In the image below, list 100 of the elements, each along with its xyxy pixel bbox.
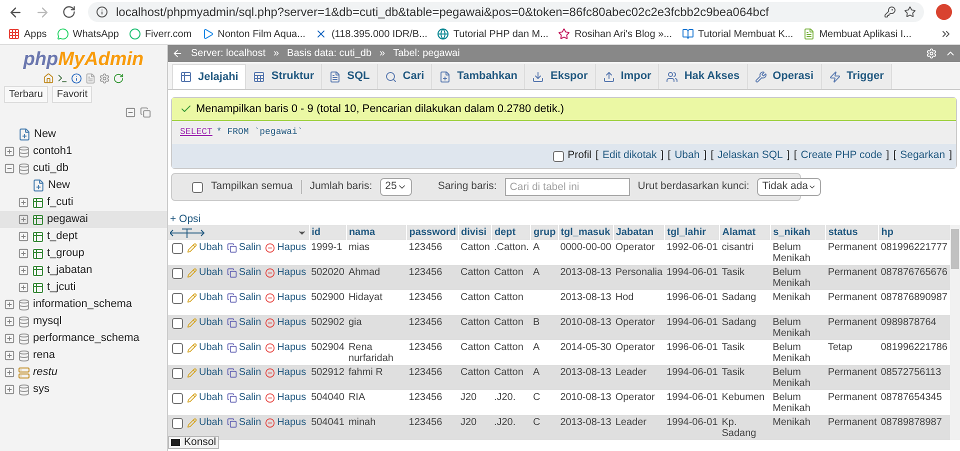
row-action-link[interactable]: Salin	[238, 367, 262, 378]
reload-icon[interactable]	[62, 5, 76, 19]
row-action-link[interactable]: Hapus	[277, 342, 306, 353]
row-checkbox[interactable]	[172, 368, 183, 379]
bookmark-link[interactable]: Tutorial Membuat K...	[698, 26, 794, 42]
console-button[interactable]: Konsol	[168, 436, 220, 449]
row-checkbox[interactable]	[172, 393, 183, 404]
row-checkbox[interactable]	[172, 343, 183, 354]
collapse-all-icon[interactable]	[125, 107, 136, 118]
expand-icon[interactable]	[4, 350, 15, 361]
tree-item[interactable]: sys	[33, 381, 50, 398]
row-action-link[interactable]: Ubah	[199, 317, 223, 328]
row-action-link[interactable]: Ubah	[199, 367, 223, 378]
link[interactable]: Ubah	[674, 148, 700, 164]
link[interactable]: Segarkan	[900, 148, 946, 164]
expand-icon[interactable]	[18, 282, 29, 293]
column-header[interactable]: divisi	[458, 225, 492, 240]
address-bar[interactable]: localhost/phpmyadmin/sql.php?server=1&db=cuti_db&table=pegawai&pos=0&token=86fc80abec02c2e3fcbb2c9bea064bcf	[88, 2, 924, 22]
tree-item[interactable]: cuti_db	[33, 160, 68, 177]
bookmark-link[interactable]: Fiverr.com	[144, 26, 192, 42]
row-action-link[interactable]: Hapus	[277, 417, 306, 428]
column-header[interactable]: s_nikah	[770, 225, 826, 240]
column-header[interactable]: grup	[530, 225, 558, 240]
tree-item[interactable]: information_schema	[33, 296, 132, 313]
column-header[interactable]: tgl_lahir	[664, 225, 720, 240]
tree-item[interactable]: t_group	[47, 245, 84, 262]
row-action-link[interactable]: Hapus	[277, 267, 306, 278]
sidebar-tab[interactable]: Terbaru	[4, 86, 48, 103]
expand-icon[interactable]	[4, 333, 15, 344]
options-link[interactable]: + Opsi	[170, 213, 201, 225]
help-icon[interactable]	[71, 73, 82, 84]
expand-icon[interactable]	[18, 231, 29, 242]
tree-item[interactable]: New	[34, 126, 56, 143]
bookmark-link[interactable]: Tutorial PHP dan M...	[453, 26, 548, 42]
tree-item[interactable]: t_jabatan	[47, 262, 92, 279]
column-header[interactable]: dept	[492, 225, 531, 240]
column-header[interactable]: id	[309, 225, 346, 240]
row-action-link[interactable]: Ubah	[199, 242, 223, 253]
bookmark-link[interactable]: WhatsApp	[72, 26, 119, 42]
expand-icon[interactable]	[18, 265, 29, 276]
bookmark-link[interactable]: Nonton Film Aqua...	[218, 26, 306, 42]
row-action-link[interactable]: Ubah	[199, 392, 223, 403]
row-action-link[interactable]: Salin	[238, 392, 262, 403]
expand-icon[interactable]	[4, 146, 15, 157]
tree-item[interactable]: restu	[33, 364, 58, 381]
bookmark-link[interactable]: (118.395.000 IDR/B...	[331, 26, 428, 42]
tree-item[interactable]: t_jcuti	[47, 279, 76, 296]
expand-icon[interactable]	[4, 316, 15, 327]
row-action-link[interactable]: Hapus	[277, 242, 306, 253]
row-action-link[interactable]: Hapus	[277, 292, 306, 303]
link[interactable]: Edit dikotak	[602, 148, 657, 164]
link[interactable]: Create PHP code	[800, 148, 882, 164]
column-header[interactable]: status	[826, 225, 879, 240]
tree-item[interactable]: pegawai	[47, 211, 88, 228]
column-header[interactable]: password	[406, 225, 458, 240]
column-header[interactable]: hp	[878, 225, 950, 240]
row-action-link[interactable]: Salin	[238, 342, 262, 353]
tab[interactable]: Hak Akses	[659, 64, 748, 89]
home-icon[interactable]	[43, 73, 54, 84]
expand-icon[interactable]	[18, 214, 29, 225]
filter-field[interactable]: Cari di tabel ini	[504, 178, 630, 196]
row-action-link[interactable]: Salin	[238, 292, 262, 303]
back-icon[interactable]	[8, 4, 23, 20]
sidebar-tab[interactable]: Favorit	[52, 86, 92, 103]
tab[interactable]: Impor	[596, 64, 660, 89]
row-action-link[interactable]: Hapus	[277, 317, 306, 328]
breadcrumb-link[interactable]: Basis data: cuti_db	[287, 46, 372, 61]
forward-icon[interactable]	[35, 4, 50, 20]
tree-item[interactable]: t_dept	[47, 228, 78, 245]
row-action-link[interactable]: Ubah	[199, 342, 223, 353]
star-icon[interactable]	[904, 6, 916, 18]
profil-checkbox[interactable]	[552, 150, 564, 162]
expand-icon[interactable]	[4, 299, 15, 310]
column-header[interactable]: nama	[346, 225, 407, 240]
breadcrumb-link[interactable]: Server: localhost	[191, 46, 266, 61]
tab[interactable]: Struktur	[246, 64, 322, 89]
row-checkbox[interactable]	[172, 293, 183, 304]
tree-item[interactable]: performance_schema	[33, 330, 140, 347]
key-icon[interactable]	[884, 6, 896, 18]
tab[interactable]: Jelajahi	[172, 64, 246, 89]
link[interactable]: Jelaskan SQL	[718, 148, 783, 164]
tab[interactable]: Cari	[378, 64, 432, 89]
row-checkbox[interactable]	[172, 418, 183, 429]
column-header[interactable]: Alamat	[720, 225, 771, 240]
more-bookmarks-icon[interactable]	[940, 28, 952, 40]
bookmark-link[interactable]: Membuat Aplikasi I...	[819, 26, 912, 42]
settings-icon[interactable]	[99, 73, 110, 84]
expand-icon[interactable]	[18, 248, 29, 259]
bookmark-link[interactable]: Rosihan Ari's Blog »...	[574, 26, 672, 42]
row-action-link[interactable]: Salin	[238, 267, 262, 278]
row-checkbox[interactable]	[172, 268, 183, 279]
tab[interactable]: SQL	[322, 64, 378, 89]
row-action-link[interactable]: Salin	[238, 242, 262, 253]
docs-icon[interactable]	[85, 73, 96, 84]
row-action-link[interactable]: Salin	[238, 317, 262, 328]
tree-item[interactable]: New	[48, 177, 70, 194]
tree-item[interactable]: f_cuti	[47, 194, 74, 211]
row-action-link[interactable]: Hapus	[277, 367, 306, 378]
sort-select[interactable]: Tidak ada	[757, 178, 822, 196]
row-checkbox[interactable]	[172, 243, 183, 254]
